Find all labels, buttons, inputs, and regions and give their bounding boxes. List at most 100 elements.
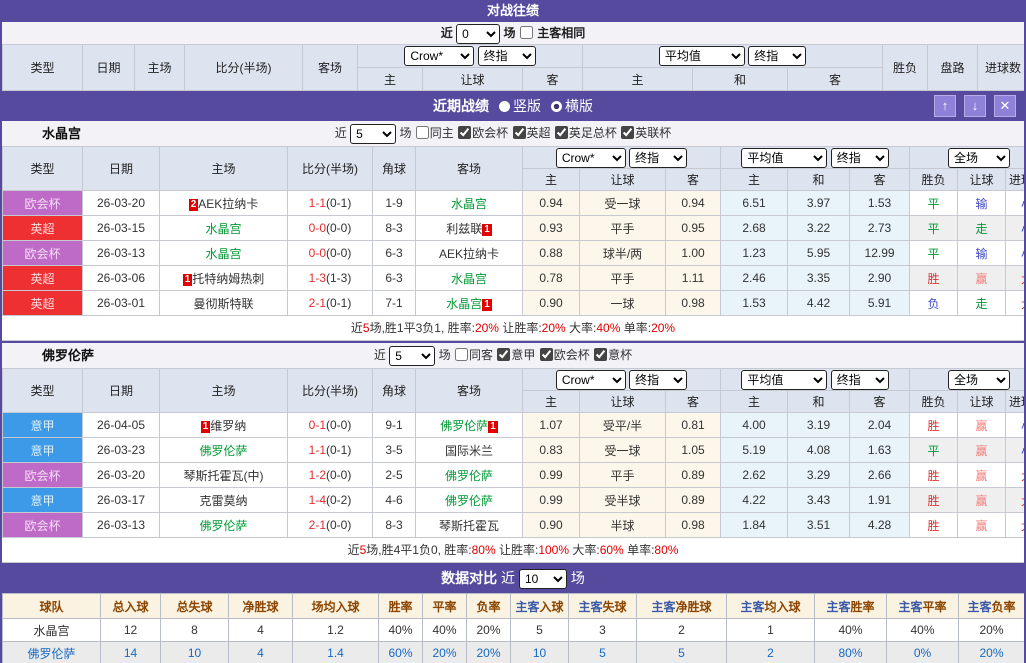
cp-matches-select[interactable]: 5 xyxy=(350,124,396,144)
vertical-layout-radio[interactable] xyxy=(499,101,510,112)
fi-average-select[interactable]: 平均值 xyxy=(741,370,827,390)
full-time-score: 1-2 xyxy=(309,468,326,482)
stat-value: 10 xyxy=(161,642,229,663)
cp-scope-select[interactable]: 全场 xyxy=(948,148,1010,168)
score-cell: 0-1(0-0) xyxy=(288,413,373,438)
move-up-icon[interactable]: ↑ xyxy=(934,95,956,117)
cp-final-odds-select[interactable]: 终指 xyxy=(629,148,687,168)
average-select-cell: 平均值 终指 xyxy=(721,147,910,169)
table-row: 意甲 26-03-17 克雷莫纳 1-4(0-2) 4-6 佛罗伦萨 0.99 … xyxy=(3,488,1026,513)
result-cell: 负 xyxy=(910,291,958,316)
table-row: 英超 26-03-01 曼彻斯特联 2-1(0-1) 7-1 水晶宫1 0.90… xyxy=(3,291,1026,316)
subcol-away-odds: 客 xyxy=(523,68,583,91)
comparison-matches-select[interactable]: 10 xyxy=(519,569,567,589)
avg-draw-odds: 3.22 xyxy=(788,216,850,241)
handicap-result-value: 走 xyxy=(976,297,988,311)
match-type-badge: 欧会杯 xyxy=(3,463,83,488)
match-type-badge: 意甲 xyxy=(3,488,83,513)
handicap-result-value: 赢 xyxy=(976,469,988,483)
h2h-average-select[interactable]: 平均值 xyxy=(659,46,745,66)
result-value: 胜 xyxy=(928,469,940,483)
handicap-win-rate: 100% xyxy=(538,543,569,557)
table-row: 欧会杯 26-03-20 2AEK拉纳卡 1-1(0-1) 1-9 水晶宫 0.… xyxy=(3,191,1026,216)
comparison-header-bar: 数据对比 近 10 场 xyxy=(2,563,1024,593)
goals-result-value: 小 xyxy=(1021,197,1026,211)
half-time-score: (1-3) xyxy=(326,271,351,285)
avg-draw-odds: 3.29 xyxy=(788,463,850,488)
avg-draw-odds: 3.43 xyxy=(788,488,850,513)
subcol-avg-home: 主 xyxy=(721,169,788,191)
cp-bookmaker-select[interactable]: Crow* xyxy=(556,148,626,168)
away-team-cell: 佛罗伦萨 xyxy=(416,463,523,488)
col-date: 日期 xyxy=(83,369,160,413)
col-ha-win-rate: 主客胜率 xyxy=(815,594,887,619)
fi-scope-select[interactable]: 全场 xyxy=(948,370,1010,390)
subcol-handicap-result: 让球 xyxy=(958,169,1006,191)
away-team-name: 利兹联 xyxy=(446,222,482,236)
fi-bookmaker-select[interactable]: Crow* xyxy=(556,370,626,390)
stat-value: 20% xyxy=(959,619,1025,642)
goals-result-cell: 大 xyxy=(1006,513,1026,538)
col-type: 类型 xyxy=(3,147,83,191)
stat-value: 12 xyxy=(101,619,161,642)
league-checkbox-facup[interactable] xyxy=(555,126,568,139)
league-label: 欧会杯 xyxy=(554,348,590,362)
same-away-checkbox[interactable] xyxy=(455,348,468,361)
move-down-icon[interactable]: ↓ xyxy=(964,95,986,117)
away-odds: 1.11 xyxy=(666,266,721,291)
home-odds: 0.83 xyxy=(523,438,580,463)
h2h-final-odds-select[interactable]: 终指 xyxy=(478,46,536,66)
result-value: 负 xyxy=(928,297,940,311)
h2h-final-average-select[interactable]: 终指 xyxy=(748,46,806,66)
crystal-palace-table: 类型 日期 主场 比分(半场) 角球 客场 Crow* 终指 平均值 终指 全场… xyxy=(2,146,1026,316)
away-team-name: 水晶宫 xyxy=(451,197,487,211)
corner-cell: 6-3 xyxy=(373,266,416,291)
subcol-avg-draw: 和 xyxy=(693,68,788,91)
games-label: 场 xyxy=(439,348,451,362)
goals-result-value: 小 xyxy=(1021,247,1026,261)
h2h-matches-select[interactable]: 0 xyxy=(456,24,500,44)
handicap-line: 一球 xyxy=(580,291,666,316)
cp-average-select[interactable]: 平均值 xyxy=(741,148,827,168)
subcol-away-odds: 客 xyxy=(666,169,721,191)
league-checkbox-uecl[interactable] xyxy=(458,126,471,139)
league-checkbox-seriea[interactable] xyxy=(497,348,510,361)
crystal-palace-summary: 近5场,胜1平3负1, 胜率:20% 让胜率:20% 大率:40% 单率:20% xyxy=(2,316,1024,341)
full-time-score: 1-3 xyxy=(309,271,326,285)
match-type-badge: 意甲 xyxy=(3,438,83,463)
league-checkbox-eflcup[interactable] xyxy=(621,126,634,139)
home-team-name: 水晶宫 xyxy=(205,222,241,236)
half-time-score: (0-0) xyxy=(326,418,351,432)
avg-away-odds: 2.90 xyxy=(850,266,910,291)
stat-value: 20% xyxy=(467,619,511,642)
league-checkbox-epl[interactable] xyxy=(513,126,526,139)
goals-result-value: 大 xyxy=(1021,469,1026,483)
vertical-layout-label: 竖版 xyxy=(513,98,541,114)
fi-final-average-select[interactable]: 终指 xyxy=(831,370,889,390)
subcol-avg-home: 主 xyxy=(583,68,693,91)
match-date: 26-03-20 xyxy=(83,463,160,488)
same-home-checkbox[interactable] xyxy=(416,126,429,139)
close-icon[interactable]: ✕ xyxy=(994,95,1016,117)
stat-value: 60% xyxy=(379,642,423,663)
half-time-score: (0-2) xyxy=(326,493,351,507)
subcol-goals: 进球数 xyxy=(1006,169,1026,191)
fi-final-odds-select[interactable]: 终指 xyxy=(629,370,687,390)
col-ha-loss-rate: 主客负率 xyxy=(959,594,1025,619)
result-cell: 胜 xyxy=(910,488,958,513)
fi-matches-select[interactable]: 5 xyxy=(389,346,435,366)
league-checkbox-coppa[interactable] xyxy=(594,348,607,361)
home-odds: 0.90 xyxy=(523,513,580,538)
same-home-away-checkbox[interactable] xyxy=(520,26,533,39)
half-time-score: (0-1) xyxy=(326,443,351,457)
horizontal-layout-radio[interactable] xyxy=(551,101,562,112)
cp-final-average-select[interactable]: 终指 xyxy=(831,148,889,168)
handicap-result-cell: 输 xyxy=(958,241,1006,266)
result-cell: 胜 xyxy=(910,413,958,438)
home-team-cell: 2AEK拉纳卡 xyxy=(160,191,288,216)
league-checkbox-uecl[interactable] xyxy=(540,348,553,361)
result-cell: 胜 xyxy=(910,463,958,488)
away-team-cell: AEK拉纳卡 xyxy=(416,241,523,266)
result-value: 胜 xyxy=(928,272,940,286)
h2h-bookmaker-select[interactable]: Crow* xyxy=(404,46,474,66)
